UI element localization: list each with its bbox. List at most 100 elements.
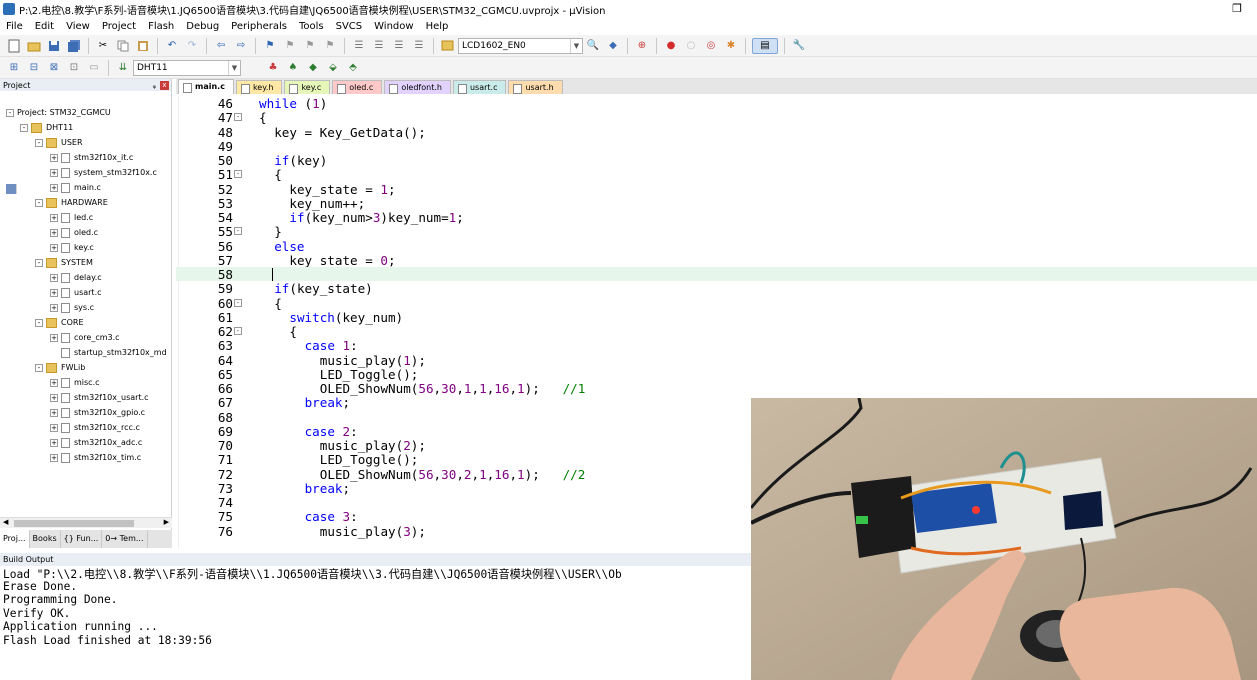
tree-item[interactable]: - HARDWARE [35,195,108,210]
expand-icon[interactable]: + [50,183,58,192]
code-line[interactable]: 50 if(key) [176,153,1257,168]
cut-icon[interactable]: ✂ [95,38,111,54]
next-bookmark-icon[interactable]: ⚑ [302,38,318,54]
save-all-icon[interactable] [66,38,82,54]
file-tab[interactable]: usart.c [452,80,507,94]
prev-bookmark-icon[interactable]: ⚑ [282,38,298,54]
code-line[interactable]: 65 LED_Toggle(); [176,367,1257,382]
expand-icon[interactable]: + [50,288,58,297]
select-packs-icon[interactable]: ⬙ [325,60,341,76]
expand-icon[interactable]: + [50,153,58,162]
code-line[interactable]: 62- { [176,324,1257,339]
tree-item[interactable]: + stm32f10x_tim.c [50,450,141,465]
expand-icon[interactable]: + [50,453,58,462]
tab-functions[interactable]: {} Fun... [61,530,103,548]
code-line[interactable]: 60- { [176,296,1257,311]
menu-svcs[interactable]: SVCS [330,18,369,35]
code-line[interactable]: 48 key = Key_GetData(); [176,125,1257,140]
unindent-icon[interactable]: ☰ [371,38,387,54]
code-line[interactable]: 64 music_play(1); [176,353,1257,368]
expand-icon[interactable]: + [50,378,58,387]
code-line[interactable]: 51- { [176,167,1257,182]
menu-project[interactable]: Project [96,18,142,35]
collapse-icon[interactable]: - [35,363,43,372]
expand-icon[interactable]: + [50,168,58,177]
rebuild-icon[interactable]: ⊠ [46,60,62,76]
tree-item[interactable]: + sys.c [50,300,94,315]
menu-help[interactable]: Help [420,18,455,35]
target-options-icon[interactable]: ♣ [265,60,281,76]
expand-icon[interactable]: + [50,393,58,402]
code-line[interactable]: 59 if(key_state) [176,281,1257,296]
tree-item[interactable]: + misc.c [50,375,100,390]
tab-books[interactable]: Books [30,530,61,548]
scroll-left-icon[interactable]: ◀ [3,518,8,526]
collapse-icon[interactable]: - [6,108,14,117]
disable-all-breakpoints-icon[interactable]: ◎ [703,38,719,54]
pack-installer-icon[interactable]: ⬘ [345,60,361,76]
indent-icon[interactable]: ☰ [351,38,367,54]
collapse-icon[interactable]: - [35,318,43,327]
fold-collapse-icon[interactable]: - [234,298,242,307]
find-combo[interactable]: LCD1602_EN0 ▼ [458,37,583,54]
fold-collapse-icon[interactable]: - [234,227,242,236]
code-line[interactable]: 49 [176,139,1257,154]
expand-icon[interactable]: + [50,303,58,312]
file-tab[interactable]: oled.c [332,80,383,94]
manage-rte-icon[interactable]: ◆ [305,60,321,76]
nav-forward-icon[interactable]: ⇨ [233,38,249,54]
clear-bookmarks-icon[interactable]: ⚑ [322,38,338,54]
tree-item[interactable]: + led.c [50,210,93,225]
tree-item[interactable]: - Project: STM32_CGMCU [6,105,111,194]
download-icon[interactable]: ▭ [86,60,102,76]
target-select[interactable]: DHT11 ▼ [133,59,241,76]
file-tab[interactable]: key.c [284,80,331,94]
breakpoint-icon[interactable]: ● [663,38,679,54]
batch-build-icon[interactable]: ⊡ [66,60,82,76]
tree-item[interactable]: + stm32f10x_rcc.c [50,420,140,435]
fold-collapse-icon[interactable]: - [234,113,242,122]
file-tab[interactable]: key.h [235,80,283,94]
menu-flash[interactable]: Flash [142,18,180,35]
menu-window[interactable]: Window [368,18,419,35]
menu-file[interactable]: File [0,18,29,35]
code-line[interactable]: 61 switch(key_num) [176,310,1257,325]
new-file-icon[interactable] [6,38,22,54]
tree-item[interactable]: + main.c [50,180,101,195]
code-line[interactable]: 55-} [176,224,1257,239]
expand-icon[interactable]: + [50,273,58,282]
expand-icon[interactable]: + [50,423,58,432]
debug-session-icon[interactable]: ⊕ [634,38,650,54]
fold-collapse-icon[interactable]: - [234,327,242,335]
disable-breakpoint-icon[interactable]: ○ [683,38,699,54]
collapse-icon[interactable]: - [20,123,28,132]
tree-item[interactable]: - USER [35,135,83,150]
file-tab[interactable]: usart.h [508,80,563,94]
expand-icon[interactable]: + [50,438,58,447]
expand-icon[interactable]: + [50,408,58,417]
tree-item[interactable]: + stm32f10x_gpio.c [50,405,145,420]
scrollbar-thumb[interactable] [14,520,134,527]
expand-icon[interactable]: + [50,333,58,342]
tab-templates[interactable]: 0→ Tem... [102,530,148,548]
load-icon[interactable]: ⇊ [115,60,131,76]
copy-icon[interactable] [115,38,131,54]
comment-icon[interactable]: ☰ [391,38,407,54]
tree-item[interactable]: + stm32f10x_it.c [50,150,133,165]
compile-icon[interactable]: ⊞ [6,60,22,76]
tree-item[interactable]: + stm32f10x_usart.c [50,390,149,405]
build-icon[interactable]: ⊟ [26,60,42,76]
tree-item[interactable]: + usart.c [50,285,102,300]
code-line[interactable]: 52 key_state = 1; [176,182,1257,197]
open-folder-icon[interactable] [26,38,42,54]
tab-project[interactable]: Proj... [0,530,30,548]
undo-icon[interactable]: ↶ [164,38,180,54]
collapse-icon[interactable]: - [35,138,43,147]
menu-edit[interactable]: Edit [29,18,60,35]
code-line[interactable]: 63 case 1: [176,338,1257,353]
code-line[interactable]: 54 if(key_num>3)key_num=1; [176,210,1257,225]
uncomment-icon[interactable]: ☰ [411,38,427,54]
project-horizontal-scrollbar[interactable]: ◀ ▶ [0,517,172,528]
nav-back-icon[interactable]: ⇦ [213,38,229,54]
restore-window-icon[interactable]: ❐ [1217,0,1257,18]
